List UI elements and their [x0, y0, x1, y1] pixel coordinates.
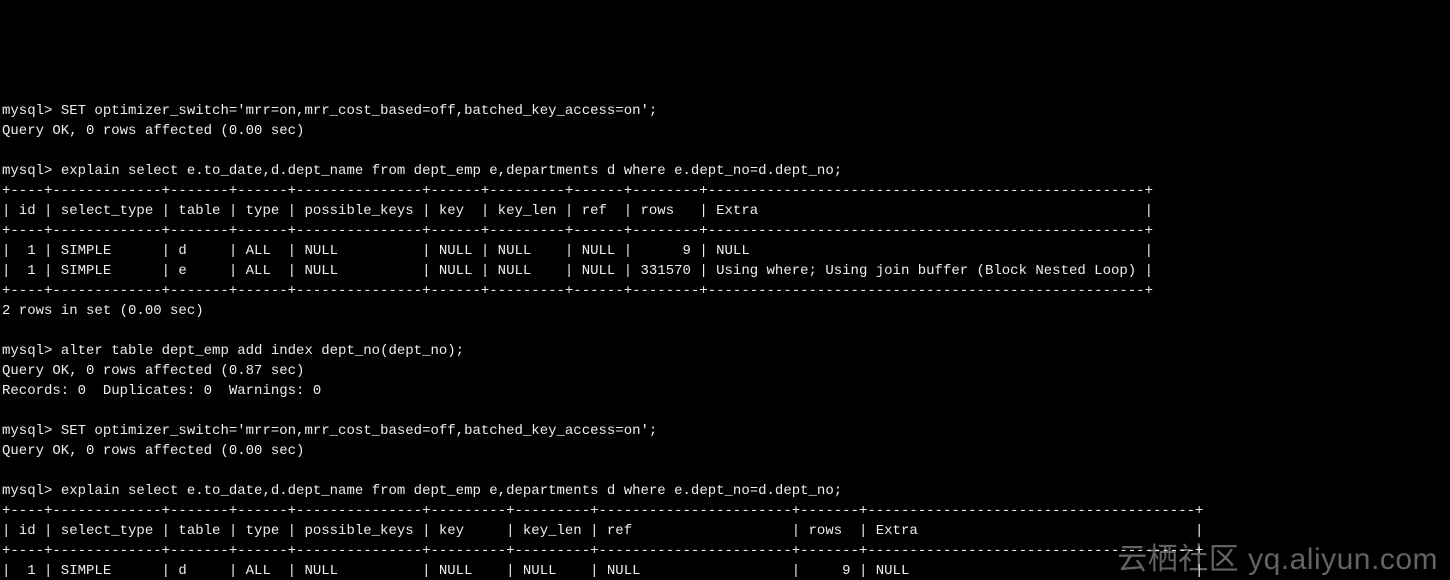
- sql-command: alter table dept_emp add index dept_no(d…: [61, 343, 464, 359]
- prompt: mysql>: [2, 103, 61, 119]
- query-result-msg: Query OK, 0 rows affected (0.87 sec): [2, 363, 304, 379]
- table-row: | 1 | SIMPLE | e | ALL | NULL | NULL | N…: [2, 263, 1153, 279]
- table-header: | id | select_type | table | type | poss…: [2, 523, 1203, 539]
- query-result-msg: Query OK, 0 rows affected (0.00 sec): [2, 443, 304, 459]
- table-border: +----+-------------+-------+------+-----…: [2, 283, 1153, 299]
- table-border: +----+-------------+-------+------+-----…: [2, 223, 1153, 239]
- table-header: | id | select_type | table | type | poss…: [2, 203, 1153, 219]
- query-result-msg: Query OK, 0 rows affected (0.00 sec): [2, 123, 304, 139]
- prompt: mysql>: [2, 163, 61, 179]
- table-row: | 1 | SIMPLE | d | ALL | NULL | NULL | N…: [2, 243, 1153, 259]
- table-row: | 1 | SIMPLE | d | ALL | NULL | NULL | N…: [2, 563, 1203, 579]
- prompt: mysql>: [2, 483, 61, 499]
- sql-command: SET optimizer_switch='mrr=on,mrr_cost_ba…: [61, 423, 658, 439]
- rows-in-set-msg: 2 rows in set (0.00 sec): [2, 303, 204, 319]
- table-border: +----+-------------+-------+------+-----…: [2, 543, 1203, 559]
- sql-command: explain select e.to_date,d.dept_name fro…: [61, 163, 842, 179]
- prompt: mysql>: [2, 343, 61, 359]
- sql-command: SET optimizer_switch='mrr=on,mrr_cost_ba…: [61, 103, 658, 119]
- records-msg: Records: 0 Duplicates: 0 Warnings: 0: [2, 383, 321, 399]
- prompt: mysql>: [2, 423, 61, 439]
- sql-command: explain select e.to_date,d.dept_name fro…: [61, 483, 842, 499]
- table-border: +----+-------------+-------+------+-----…: [2, 183, 1153, 199]
- terminal-output: mysql> SET optimizer_switch='mrr=on,mrr_…: [0, 100, 1450, 580]
- table-border: +----+-------------+-------+------+-----…: [2, 503, 1203, 519]
